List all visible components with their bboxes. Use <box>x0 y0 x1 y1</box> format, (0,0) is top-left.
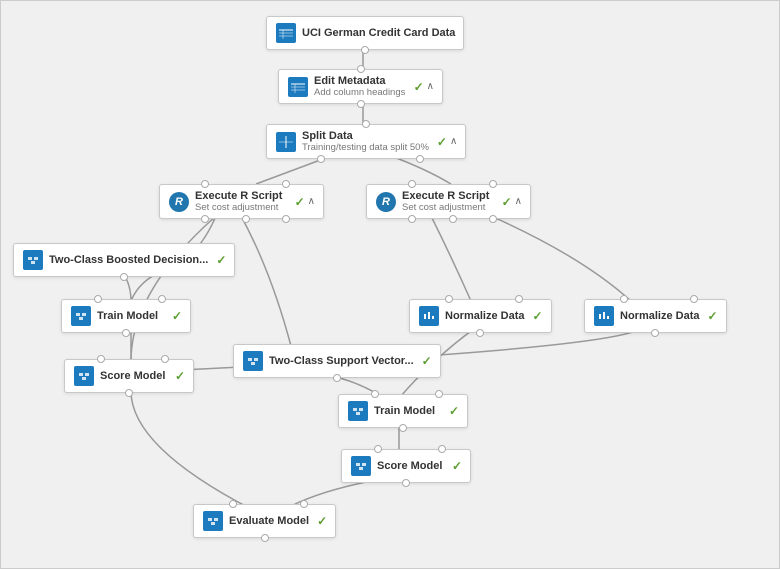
execute-r-right-icon: R <box>375 191 397 213</box>
score-model-right-check: ✓ <box>452 459 462 473</box>
evaluate-model-title: Evaluate Model <box>229 515 309 527</box>
execute-r-left-icon: R <box>168 191 190 213</box>
two-class-boosted-node[interactable]: Two-Class Boosted Decision... ✓ <box>13 243 235 277</box>
normalize-data-left-title: Normalize Data <box>445 310 524 322</box>
edit-metadata-check: ✓ <box>414 80 424 94</box>
two-class-svm-icon <box>242 350 264 372</box>
split-data-check: ✓ <box>437 135 447 149</box>
normalize-data-right-check: ✓ <box>707 309 717 323</box>
edit-metadata-sub: Add column headings <box>314 87 406 98</box>
two-class-svm-node[interactable]: Two-Class Support Vector... ✓ <box>233 344 441 378</box>
score-model-left-check: ✓ <box>175 369 185 383</box>
execute-r-right-check: ✓ <box>502 195 512 209</box>
execute-r-left-check: ✓ <box>295 195 305 209</box>
edit-metadata-node[interactable]: Edit Metadata Add column headings ✓ ∧ <box>278 69 443 104</box>
normalize-data-right-icon <box>593 305 615 327</box>
execute-r-left-title: Execute R Script <box>195 190 287 202</box>
uci-icon <box>275 22 297 44</box>
two-class-svm-check: ✓ <box>422 354 432 368</box>
execute-r-right-caret[interactable]: ∧ <box>515 196 522 207</box>
score-model-right-icon <box>350 455 372 477</box>
edit-metadata-title: Edit Metadata <box>314 75 406 87</box>
score-model-right-title: Score Model <box>377 460 444 472</box>
edit-metadata-icon <box>287 76 309 98</box>
train-model-right-check: ✓ <box>449 404 459 418</box>
execute-r-right-title: Execute R Script <box>402 190 494 202</box>
two-class-boosted-check: ✓ <box>216 253 226 267</box>
two-class-boosted-icon <box>22 249 44 271</box>
evaluate-model-node[interactable]: Evaluate Model ✓ <box>193 504 336 538</box>
split-data-title: Split Data <box>302 130 429 142</box>
execute-r-right-node[interactable]: R Execute R Script Set cost adjustment ✓… <box>366 184 531 219</box>
score-model-left-node[interactable]: Score Model ✓ <box>64 359 194 393</box>
train-model-left-node[interactable]: Train Model ✓ <box>61 299 191 333</box>
execute-r-left-caret[interactable]: ∧ <box>308 196 315 207</box>
split-data-icon <box>275 131 297 153</box>
execute-r-left-node[interactable]: R Execute R Script Set cost adjustment ✓… <box>159 184 324 219</box>
normalize-data-left-check: ✓ <box>532 309 542 323</box>
normalize-data-left-node[interactable]: Normalize Data ✓ <box>409 299 552 333</box>
score-model-left-icon <box>73 365 95 387</box>
two-class-svm-title: Two-Class Support Vector... <box>269 355 414 367</box>
score-model-right-node[interactable]: Score Model ✓ <box>341 449 471 483</box>
train-model-right-title: Train Model <box>374 405 441 417</box>
train-model-left-title: Train Model <box>97 310 164 322</box>
execute-r-left-sub: Set cost adjustment <box>195 202 287 213</box>
split-data-caret[interactable]: ∧ <box>450 136 457 147</box>
uci-title: UCI German Credit Card Data <box>302 27 455 39</box>
train-model-left-icon <box>70 305 92 327</box>
split-data-sub: Training/testing data split 50% <box>302 142 429 153</box>
two-class-boosted-title: Two-Class Boosted Decision... <box>49 254 208 266</box>
split-data-node[interactable]: Split Data Training/testing data split 5… <box>266 124 466 159</box>
normalize-data-right-node[interactable]: Normalize Data ✓ <box>584 299 727 333</box>
train-model-right-icon <box>347 400 369 422</box>
edit-metadata-caret[interactable]: ∧ <box>427 81 434 92</box>
train-model-left-check: ✓ <box>172 309 182 323</box>
train-model-right-node[interactable]: Train Model ✓ <box>338 394 468 428</box>
score-model-left-title: Score Model <box>100 370 167 382</box>
workflow-canvas[interactable]: UCI German Credit Card Data Edit Metadat… <box>0 0 780 569</box>
uci-node[interactable]: UCI German Credit Card Data <box>266 16 464 50</box>
evaluate-model-icon <box>202 510 224 532</box>
execute-r-right-sub: Set cost adjustment <box>402 202 494 213</box>
normalize-data-right-title: Normalize Data <box>620 310 699 322</box>
normalize-data-left-icon <box>418 305 440 327</box>
evaluate-model-check: ✓ <box>317 514 327 528</box>
